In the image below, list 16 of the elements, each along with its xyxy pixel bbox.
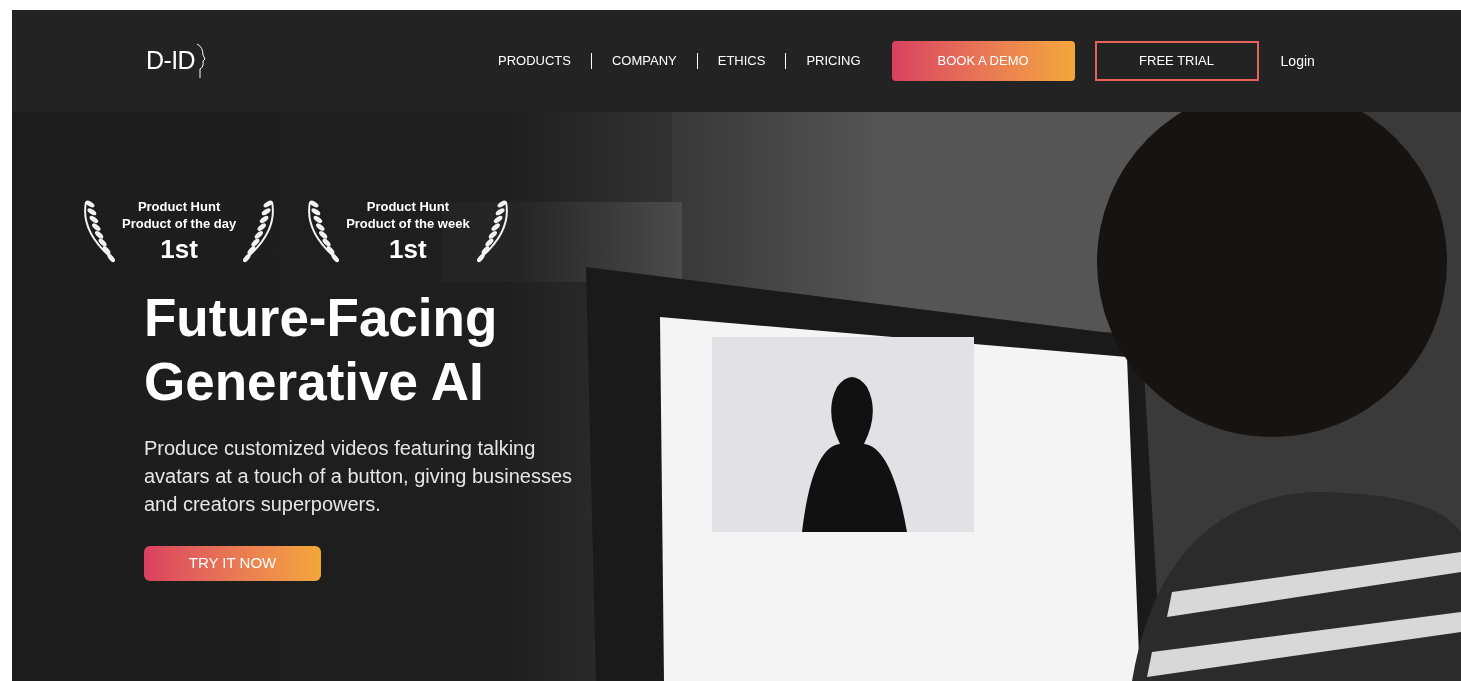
nav-link[interactable]: COMPANY bbox=[611, 51, 677, 71]
profile-outline-icon bbox=[195, 43, 206, 79]
nav-link[interactable]: ETHICS bbox=[717, 51, 766, 71]
award-source: Product Hunt bbox=[137, 198, 221, 215]
nav-link[interactable]: PRODUCTS bbox=[498, 51, 571, 71]
award-title: Product of the week bbox=[346, 215, 470, 232]
award-rank: 1st bbox=[389, 234, 427, 264]
award-rank: 1st bbox=[160, 234, 198, 264]
description: Produce customized videos featuring talking avatars at a touch of a button, giving businesses and creators superpowers. bbox=[144, 436, 574, 517]
free-trial-button[interactable]: FREE TRIAL bbox=[1094, 41, 1259, 81]
logo[interactable]: D-ID bbox=[146, 42, 195, 80]
nav-link[interactable]: PRICING bbox=[806, 51, 861, 71]
headline: Future-Facing Generative AI bbox=[144, 287, 499, 413]
login-link[interactable]: Login bbox=[1280, 50, 1315, 72]
award-source: Product Hunt bbox=[366, 198, 450, 215]
award-title: Product of the day bbox=[122, 215, 237, 232]
